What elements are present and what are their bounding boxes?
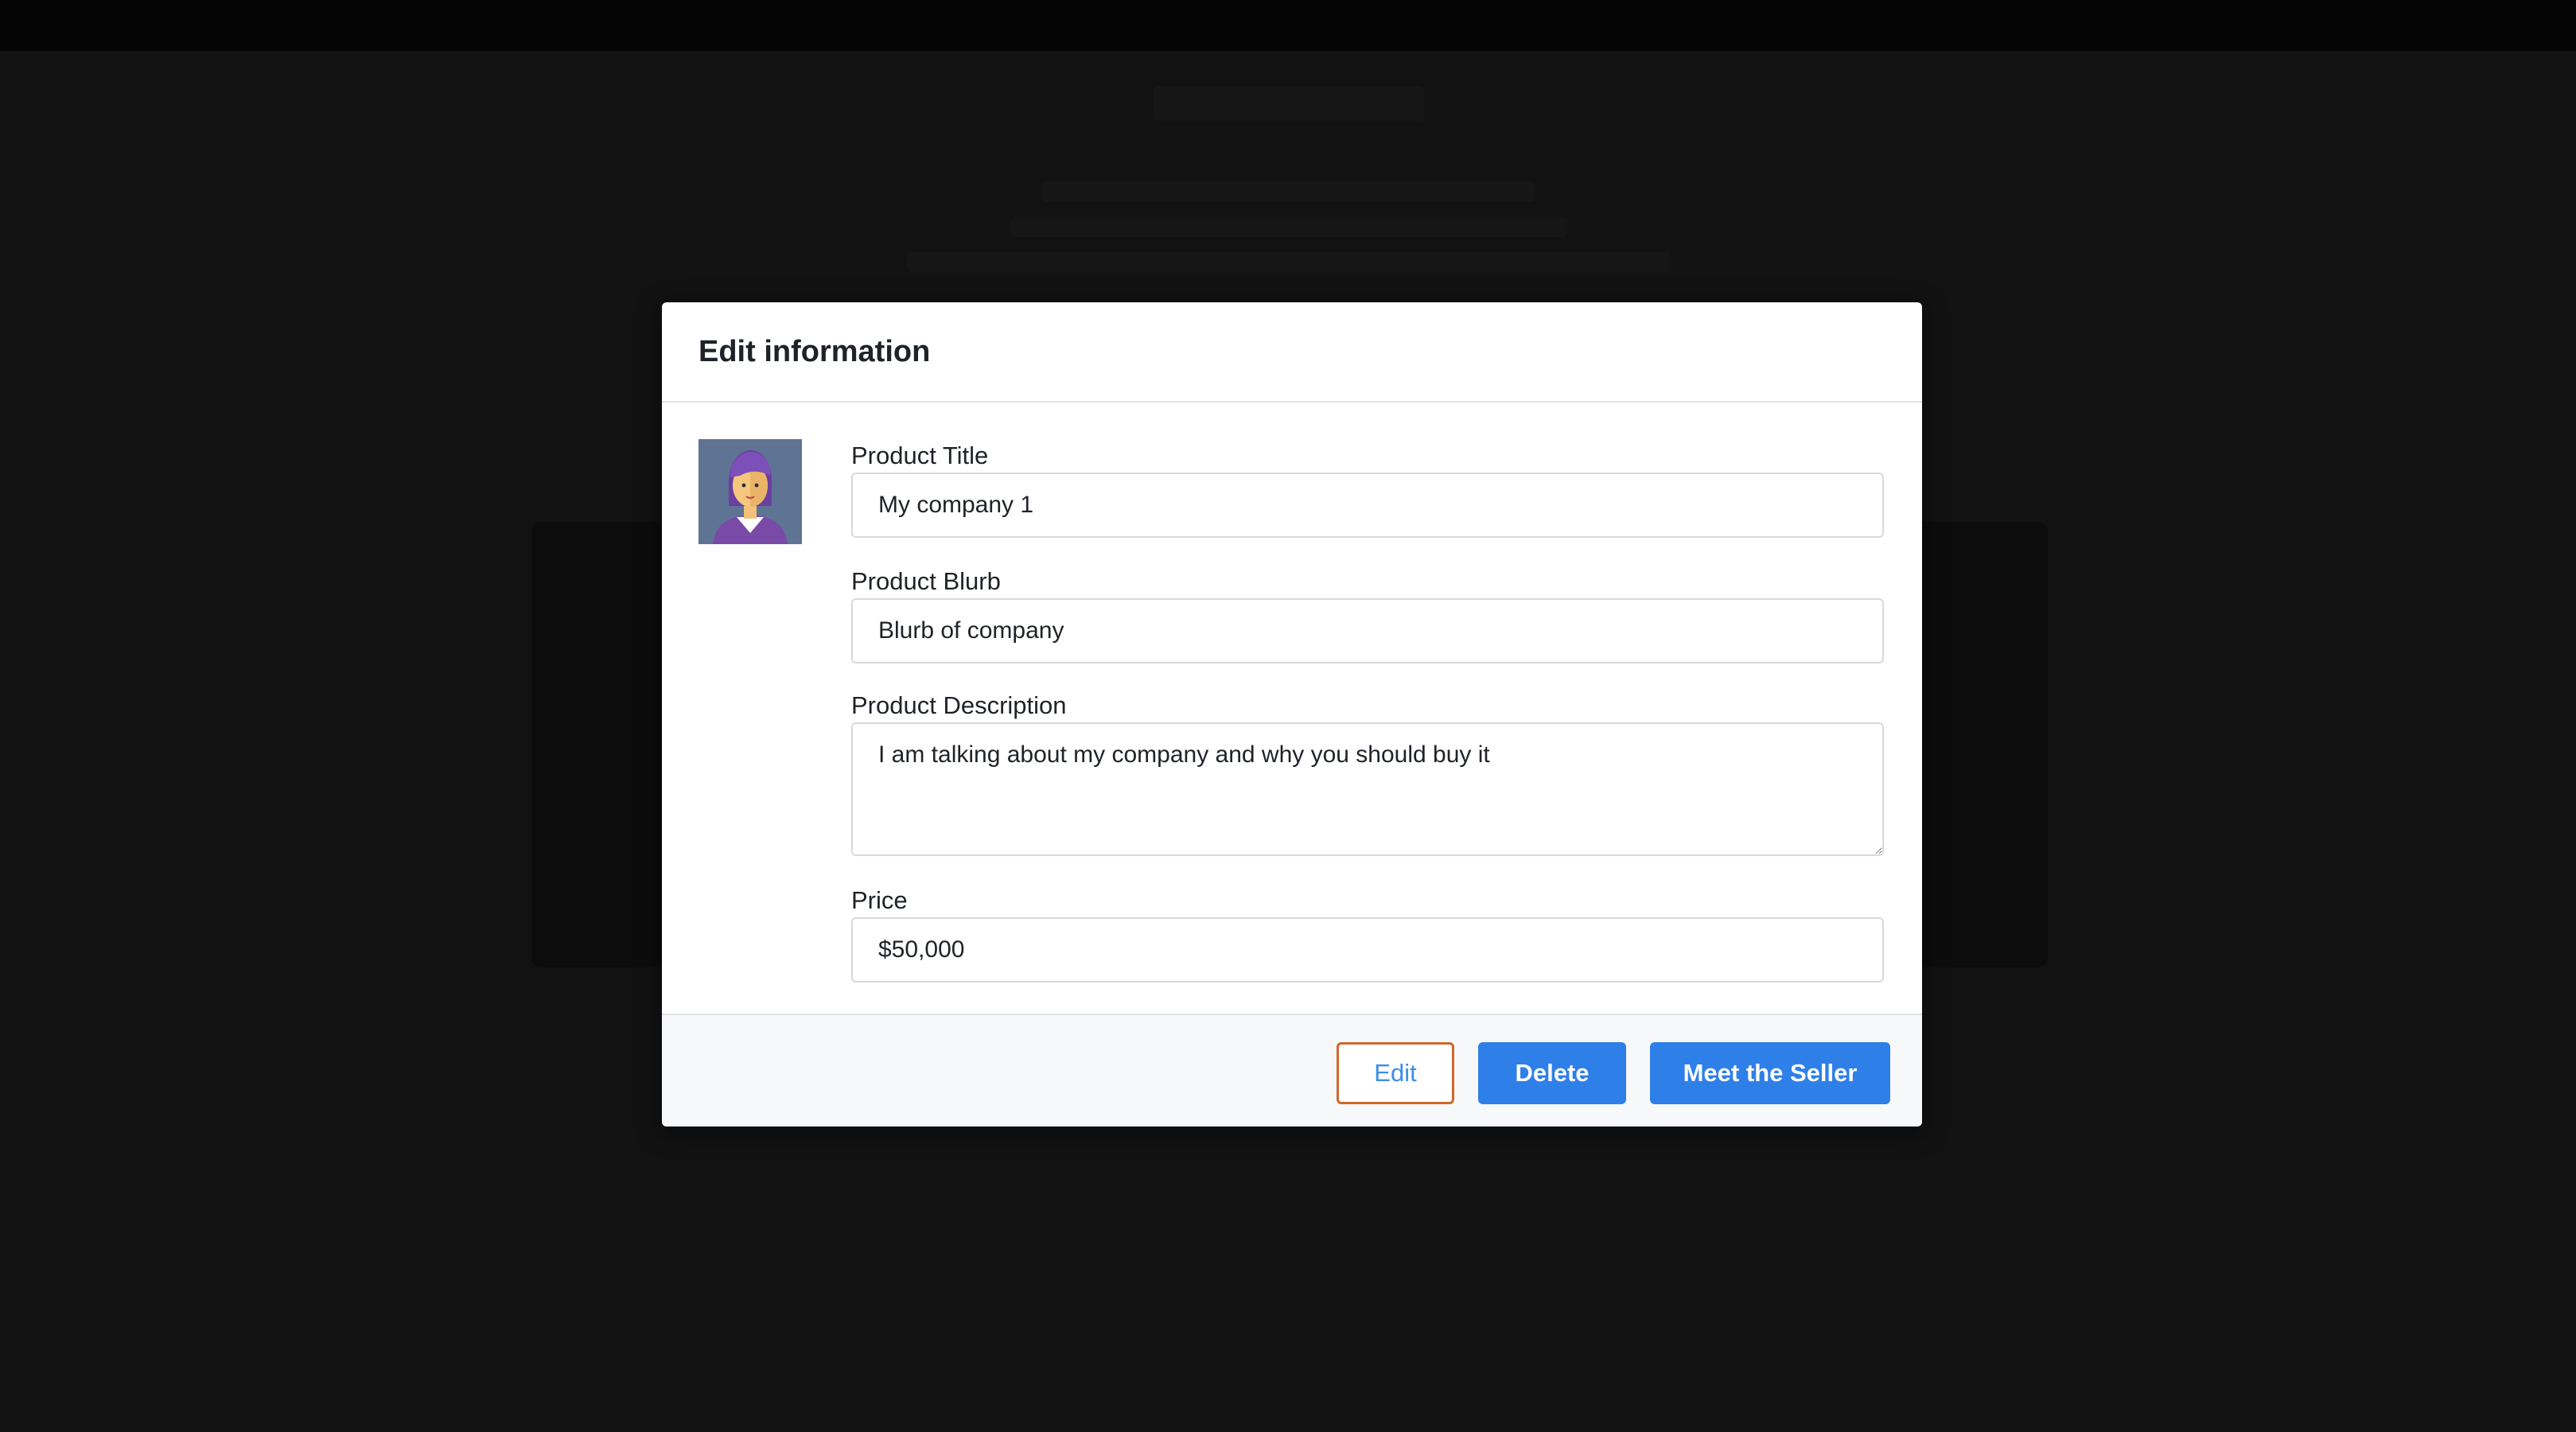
meet-the-seller-button[interactable]: Meet the Seller bbox=[1650, 1042, 1890, 1104]
product-description-textarea[interactable]: I am talking about my company and why yo… bbox=[851, 722, 1884, 856]
edit-form: Product Title Product Blurb Product Desc… bbox=[851, 439, 1884, 983]
modal-footer: Edit Delete Meet the Seller bbox=[662, 1014, 1922, 1127]
background-text-line bbox=[1010, 216, 1567, 237]
user-avatar-icon bbox=[698, 439, 802, 544]
background-text-line bbox=[1042, 181, 1535, 202]
product-description-label: Product Description bbox=[851, 691, 1067, 719]
delete-button[interactable]: Delete bbox=[1478, 1042, 1626, 1104]
background-text-line bbox=[907, 251, 1671, 272]
background-heading bbox=[1154, 86, 1424, 121]
page: Edit information Product Title My compan… bbox=[0, 0, 2576, 1432]
price-field: Price bbox=[851, 884, 1884, 983]
edit-button[interactable]: Edit bbox=[1337, 1042, 1454, 1104]
product-blurb-input[interactable] bbox=[851, 598, 1884, 663]
price-label: Price bbox=[851, 886, 908, 914]
product-title-field: Product Title bbox=[851, 439, 1884, 538]
modal-body: Product Title Product Blurb Product Desc… bbox=[662, 403, 1922, 998]
product-description-field: Product Description I am talking about m… bbox=[851, 689, 1884, 860]
product-blurb-field: Product Blurb bbox=[851, 565, 1884, 663]
modal-header: Edit information bbox=[662, 302, 1922, 403]
product-blurb-label: Product Blurb bbox=[851, 567, 1001, 595]
product-title-input[interactable] bbox=[851, 473, 1884, 538]
top-bar bbox=[0, 0, 2576, 51]
avatar-illustration bbox=[698, 439, 802, 544]
price-input[interactable] bbox=[851, 917, 1884, 983]
modal-title: Edit information bbox=[698, 334, 931, 368]
product-title-label: Product Title bbox=[851, 442, 989, 469]
edit-information-modal: Edit information Product Title My compan… bbox=[662, 302, 1922, 1127]
